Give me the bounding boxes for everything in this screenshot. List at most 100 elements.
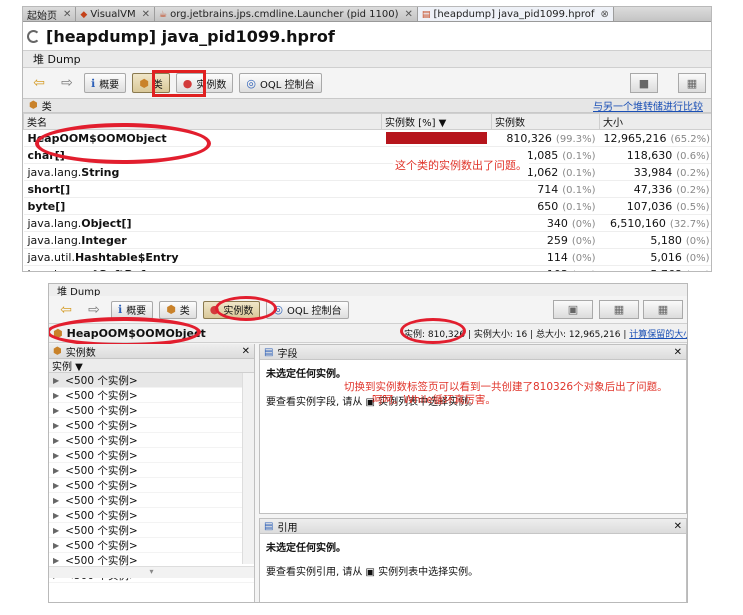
list-item[interactable]: ▶ <500 个实例> [49, 403, 254, 418]
back-arrow-icon[interactable]: ⇦ [55, 300, 77, 320]
table-row[interactable]: short[] 714 (0.1%) 47,336 (0.2%) [23, 180, 711, 198]
snapshot-icon[interactable]: ▦ [599, 300, 639, 319]
horizontal-scrollbar[interactable]: ▾ [49, 566, 254, 578]
instances-column-header[interactable]: 实例 ▼ [49, 359, 254, 373]
expand-arrow-icon[interactable]: ▶ [53, 451, 59, 460]
heapdump-icon: ▤ [421, 9, 431, 20]
list-item[interactable]: ▶ <500 个实例> [49, 463, 254, 478]
list-item[interactable]: ▶ <500 个实例> [49, 523, 254, 538]
expand-arrow-icon[interactable]: ▶ [53, 526, 59, 535]
expand-arrow-icon[interactable]: ▶ [53, 436, 59, 445]
list-item[interactable]: ▶ <500 个实例> [49, 538, 254, 553]
list-item[interactable]: ▶ <500 个实例> [49, 433, 254, 448]
tab-visualvm[interactable]: ◆ VisualVM ✕ [76, 7, 156, 21]
list-item[interactable]: ▶ <500 个实例> [49, 493, 254, 508]
instances-highlight-oval [215, 296, 277, 321]
table-row[interactable]: java.lang.Object[] 340 (0%) 6,510,160 (32.7%… [23, 214, 711, 232]
tab-heapdump[interactable]: ▤ [heapdump] java_pid1099.hprof ⊗ [417, 7, 614, 21]
close-icon[interactable]: ✕ [63, 9, 71, 20]
table-row[interactable]: byte[] 650 (0.1%) 107,036 (0.5%) [23, 197, 711, 215]
col-instances[interactable]: 实例数 [491, 113, 600, 130]
expand-arrow-icon[interactable]: ▶ [53, 391, 59, 400]
expand-arrow-icon[interactable]: ▶ [53, 556, 59, 565]
forward-arrow-icon[interactable]: ⇨ [83, 300, 105, 320]
instances-cell: 340 (0%) [491, 214, 600, 232]
instance-group-label: <500 个实例> [65, 434, 138, 447]
table-row[interactable]: java.lang.String 1,062 (0.1%) 33,984 (0.2%) [23, 163, 711, 181]
heapdump-classes-window: 起始页 ✕ ◆ VisualVM ✕ ☕ org.jetbrains.jps.cmdli… [22, 6, 712, 272]
list-item[interactable]: ▶ <500 个实例> [49, 388, 254, 403]
list-item[interactable]: ▶ <500 个实例> [49, 448, 254, 463]
dump-label: 堆 Dump [23, 50, 711, 68]
col-instances-pct[interactable]: 实例数 [%] ▼ [381, 113, 492, 130]
snapshot-icon[interactable]: ▦ [678, 73, 706, 93]
oql-console-button[interactable]: ◎ OQL 控制台 [266, 300, 349, 319]
table-row[interactable]: java.util.Hashtable$Entry 114 (0%) 5,016 (0%… [23, 248, 711, 266]
forward-arrow-icon[interactable]: ⇨ [56, 73, 78, 93]
instances-pct: (99.3%) [555, 133, 596, 145]
size-pct: (0.2%) [676, 184, 710, 196]
tab-launcher[interactable]: ☕ org.jetbrains.jps.cmdline.Launcher (pid… [155, 7, 418, 21]
size-pct: (0.5%) [676, 201, 710, 213]
expand-arrow-icon[interactable]: ▶ [53, 406, 59, 415]
class-name-cell: java.lang.Integer [23, 231, 382, 249]
back-arrow-icon[interactable]: ⇦ [28, 73, 50, 93]
size-value: 5,016 [650, 250, 682, 264]
classes-button[interactable]: ⬢ 类 [159, 300, 197, 319]
size-pct: (0.2%) [676, 167, 710, 179]
list-item[interactable]: ▶ <500 个实例> [49, 418, 254, 433]
export-icon[interactable]: ▣ [553, 300, 593, 319]
class-simple-name: Integer [81, 233, 127, 247]
instances-pane: ⬢ 实例数 ✕ 实例 ▼ ▶ <500 个实例> ▶ <500 个实例> ▶ <500 个… [49, 344, 255, 602]
list-item[interactable]: ▶ <500 个实例> [49, 508, 254, 523]
close-icon[interactable]: ✕ [674, 347, 682, 358]
list-item[interactable]: ▶ <500 个实例> [49, 478, 254, 493]
close-icon[interactable]: ✕ [142, 9, 150, 20]
vertical-scrollbar[interactable] [242, 373, 254, 564]
list-item[interactable]: ▶ <500 个实例> [49, 373, 254, 388]
instances-pane-header: ⬢ 实例数 ✕ [49, 344, 254, 359]
col-size[interactable]: 大小 [599, 113, 711, 130]
instances-bar-cell [381, 197, 492, 215]
expand-arrow-icon[interactable]: ▶ [53, 421, 59, 430]
instances-value: 810,326 [506, 131, 552, 145]
size-cell: 107,036 (0.5%) [599, 197, 711, 215]
tab-label: 起始页 [27, 11, 57, 22]
save-icon[interactable]: ■ [630, 73, 658, 93]
class-name-highlight-oval [49, 317, 201, 347]
close-icon[interactable]: ✕ [405, 9, 413, 20]
close-icon[interactable]: ⊗ [600, 9, 608, 20]
close-icon[interactable]: ✕ [674, 521, 682, 532]
class-name-cell: byte[] [23, 197, 382, 215]
instance-group-label: <500 个实例> [65, 389, 138, 402]
classes-label: 类 [179, 306, 190, 317]
instances-value: 714 [537, 182, 559, 196]
oql-console-button[interactable]: ◎ OQL 控制台 [239, 73, 322, 93]
tab-start-page[interactable]: 起始页 ✕ [23, 7, 77, 22]
table-row[interactable]: java.lang.ref.SoftReference 103 (0%) 5,768 (… [23, 265, 711, 272]
class-simple-name: String [81, 165, 120, 179]
close-icon[interactable]: ✕ [242, 346, 250, 357]
references-icon: ▤ [264, 520, 274, 532]
class-package: java.lang. [27, 165, 82, 179]
expand-arrow-icon[interactable]: ▶ [53, 481, 59, 490]
summary-button[interactable]: ℹ 概要 [84, 73, 127, 93]
compare-heapdump-link[interactable]: 与另一个堆转储进行比较 [593, 98, 703, 113]
instances-pct: (0%) [572, 270, 596, 272]
expand-arrow-icon[interactable]: ▶ [53, 376, 59, 385]
save-icon[interactable]: ▦ [643, 300, 683, 319]
class-package: java.util. [27, 250, 75, 264]
oql-icon: ◎ [246, 76, 257, 90]
expand-arrow-icon[interactable]: ▶ [53, 466, 59, 475]
classes-header-label: 类 [41, 102, 52, 113]
compute-retained-link[interactable]: 计算保留的大小 [629, 330, 687, 340]
class-package: java.lang.ref. [28, 268, 99, 272]
expand-arrow-icon[interactable]: ▶ [53, 511, 59, 520]
instances-bar-cell [381, 231, 492, 249]
expand-arrow-icon[interactable]: ▶ [53, 496, 59, 505]
size-cell: 12,965,216 (65.2%) [599, 129, 711, 147]
instances-bar [385, 132, 487, 144]
table-row[interactable]: java.lang.Integer 259 (0%) 5,180 (0%) [23, 231, 711, 249]
expand-arrow-icon[interactable]: ▶ [53, 541, 59, 550]
summary-button[interactable]: ℹ 概要 [111, 300, 154, 319]
